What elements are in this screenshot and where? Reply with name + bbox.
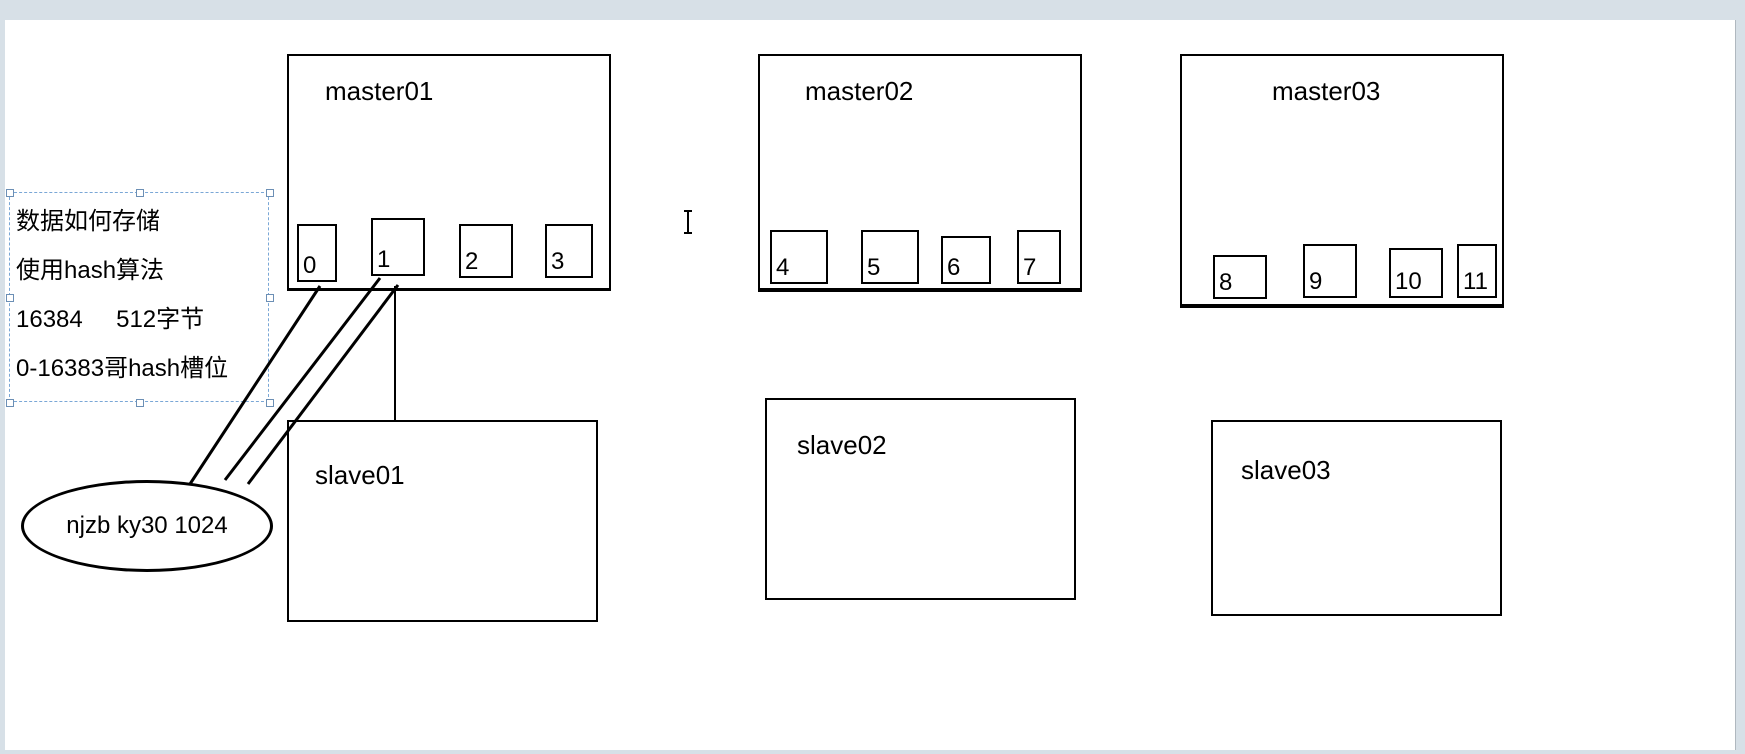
master01-label: master01 [325,76,433,107]
notes-line2: 使用hash算法 [16,250,262,285]
data-ellipse: njzb ky30 1024 [21,480,273,572]
slot-label: 9 [1309,268,1322,296]
slot-label: 10 [1395,268,1422,296]
slot-label: 4 [776,254,789,282]
slot-label: 6 [947,254,960,282]
slot-label: 8 [1219,269,1232,297]
slave02-box [765,398,1076,600]
selection-handle[interactable] [266,399,274,407]
slave03-box [1211,420,1502,616]
slot-label: 5 [867,254,880,282]
master03-slot-10: 10 [1389,248,1443,298]
notes-textbox[interactable]: 数据如何存储 使用hash算法 16384 512字节 0-16383哥hash… [9,192,269,402]
master01-slot-2: 2 [459,224,513,278]
selection-handle[interactable] [6,189,14,197]
slot-label: 7 [1023,254,1036,282]
slave03-label: slave03 [1241,455,1331,486]
slot-label: 0 [303,252,316,280]
master02-slot-6: 6 [941,236,991,284]
master03-slot-8: 8 [1213,255,1267,299]
slave02-label: slave02 [797,430,887,461]
selection-handle[interactable] [6,399,14,407]
slot-label: 11 [1463,268,1488,296]
notes-line3: 16384 512字节 [16,299,262,334]
notes-line1: 数据如何存储 [16,201,262,236]
selection-handle[interactable] [6,294,14,302]
master03-slot-9: 9 [1303,244,1357,298]
master02-label: master02 [805,76,913,107]
master01-slot-3: 3 [545,224,593,278]
notes-line3a: 16384 [16,306,83,333]
slave01-label: slave01 [315,460,405,491]
selection-handle[interactable] [266,294,274,302]
master02-slot-5: 5 [861,230,919,284]
selection-handle[interactable] [136,399,144,407]
slot-label: 2 [465,248,478,276]
diagram-canvas: master01 0 1 2 3 master02 4 5 6 7 master… [5,20,1736,750]
master03-label: master03 [1272,76,1380,107]
slave01-box [287,420,598,622]
master02-slot-7: 7 [1017,230,1061,284]
ellipse-label: njzb ky30 1024 [66,512,227,540]
master02-slot-4: 4 [770,230,828,284]
text-cursor [687,212,689,232]
notes-line3b: 512字节 [116,306,204,333]
selection-handle[interactable] [266,189,274,197]
slot-label: 3 [551,248,564,276]
master01-slot-1: 1 [371,218,425,276]
master01-slot-0: 0 [297,224,337,282]
slot-label: 1 [377,246,390,274]
notes-line4: 0-16383哥hash槽位 [16,348,262,383]
master03-slot-11: 11 [1457,244,1497,298]
selection-handle[interactable] [136,189,144,197]
